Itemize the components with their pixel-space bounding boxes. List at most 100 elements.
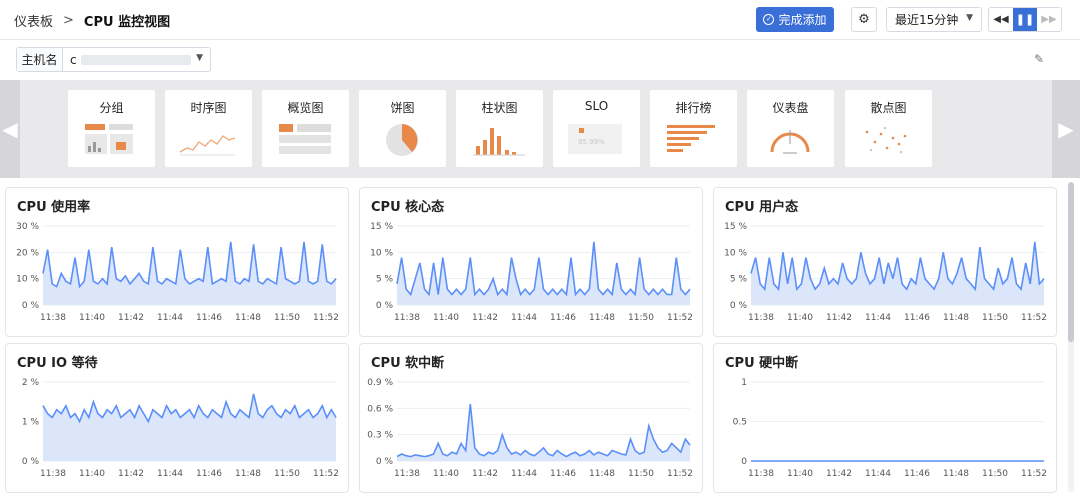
widget-gallery: ◀ ▶ 分组 时序图 概览图 饼图 柱状图 SLO 95.99% 排行榜 仪表盘… xyxy=(0,80,1080,178)
x-tick-label: 11:38 xyxy=(40,313,66,323)
redacted-host xyxy=(80,54,191,65)
widget-card-pie[interactable]: 饼图 xyxy=(359,90,446,167)
widget-card-label: 柱状图 xyxy=(481,101,518,115)
widget-card-group[interactable]: 分组 xyxy=(68,90,155,167)
chevron-down-icon: ▼ xyxy=(966,13,973,23)
rewind-icon[interactable]: ◀◀ xyxy=(989,8,1013,31)
widget-card-label: SLO xyxy=(584,99,609,113)
x-tick-label: 11:40 xyxy=(433,313,459,323)
x-tick-label: 11:40 xyxy=(79,313,105,323)
slo-preview-icon: 95.99% xyxy=(568,124,622,154)
widget-card-label: 时序图 xyxy=(190,101,227,115)
bar-preview-icon xyxy=(473,128,525,156)
widget-card-slo[interactable]: SLO 95.99% xyxy=(553,90,640,167)
done-add-button[interactable]: ✓ 完成添加 xyxy=(756,7,834,32)
gear-icon: ⚙ xyxy=(858,12,870,27)
host-filter: 主机名 c ▼ xyxy=(16,47,211,72)
timeseries-preview-icon xyxy=(179,135,236,156)
x-tick-label: 11:44 xyxy=(511,313,537,323)
widget-card-timeseries[interactable]: 时序图 xyxy=(165,90,252,167)
host-filter-label: 主机名 xyxy=(17,48,63,71)
settings-button[interactable]: ⚙ xyxy=(851,7,877,32)
widget-card-overview[interactable]: 概览图 xyxy=(262,90,349,167)
widget-card-label: 排行榜 xyxy=(675,101,712,115)
x-tick-label: 11:44 xyxy=(157,469,183,479)
x-tick-label: 11:52 xyxy=(1021,469,1047,479)
fast-forward-icon[interactable]: ▶▶ xyxy=(1037,8,1061,31)
y-tick-label: 30 % xyxy=(16,222,39,232)
x-tick-label: 11:52 xyxy=(313,469,339,479)
x-tick-label: 11:46 xyxy=(196,313,222,323)
pie-preview-icon xyxy=(386,124,418,156)
time-range-select[interactable]: 最近15分钟 ▼ xyxy=(886,7,982,32)
cpu-iowait-chart: 2 % 1 % 0 %11:38 11:40 11:42 11:44 11:46 11:48 1… xyxy=(22,378,339,479)
y-tick-label: 10 % xyxy=(370,248,393,258)
host-select[interactable]: c ▼ xyxy=(63,48,210,71)
x-tick-label: 11:50 xyxy=(982,313,1008,323)
widget-card-label: 分组 xyxy=(99,101,124,115)
x-tick-label: 11:48 xyxy=(235,469,261,479)
y-tick-label: 0.9 % xyxy=(367,378,393,388)
check-circle-icon: ✓ xyxy=(763,14,775,25)
x-tick-label: 11:50 xyxy=(628,313,654,323)
y-tick-label: 0.3 % xyxy=(367,431,393,441)
panel-cpu-system[interactable]: CPU 核心态 15 % 10 % 5 % 0 % 11:38 11:40 11:42 11:… xyxy=(359,187,703,337)
x-tick-label: 11:38 xyxy=(748,313,774,323)
panel-cpu-user[interactable]: CPU 用户态 15 % 10 % 5 % 0 % 11:38 11:40 11:42 11:… xyxy=(713,187,1057,337)
x-tick-label: 11:50 xyxy=(628,469,654,479)
x-tick-label: 11:42 xyxy=(118,469,144,479)
edit-icon[interactable]: ✎ xyxy=(1034,52,1044,66)
panel-cpu-usage[interactable]: CPU 使用率 30 % 20 % 10 % 0 % 11:38 11:40 11:42 11… xyxy=(5,187,349,337)
x-tick-label: 11:48 xyxy=(589,469,615,479)
y-tick-label: 0 % xyxy=(376,457,394,467)
gallery-next-icon[interactable]: ▶ xyxy=(1052,80,1080,178)
scrollbar-thumb[interactable] xyxy=(1068,182,1074,342)
x-tick-label: 11:44 xyxy=(157,313,183,323)
breadcrumb: 仪表板 > CPU 监控视图 xyxy=(14,11,170,30)
x-tick-label: 11:44 xyxy=(865,313,891,323)
y-tick-label: 0 % xyxy=(22,301,40,311)
panel-cpu-hardirq[interactable]: CPU 硬中断 1 0.5 0 11:38 11:40 11:42 11:44 11:46 11… xyxy=(713,343,1057,493)
x-tick-label: 11:44 xyxy=(865,469,891,479)
x-tick-label: 11:48 xyxy=(943,469,969,479)
top-bar: 仪表板 > CPU 监控视图 ✓ 完成添加 ⚙ 最近15分钟 ▼ ◀◀ ❚❚ ▶… xyxy=(0,0,1080,40)
x-tick-label: 11:52 xyxy=(667,313,693,323)
widget-card-bar[interactable]: 柱状图 xyxy=(456,90,543,167)
widget-card-label: 饼图 xyxy=(390,101,415,115)
y-tick-label: 5 % xyxy=(376,275,394,285)
x-tick-label: 11:48 xyxy=(589,313,615,323)
y-tick-label: 2 % xyxy=(22,378,40,388)
host-value: c xyxy=(70,52,77,67)
breadcrumb-separator: > xyxy=(63,13,74,28)
x-tick-label: 11:46 xyxy=(550,469,576,479)
slo-preview-text: 95.99% xyxy=(578,138,605,146)
y-tick-label: 0 % xyxy=(730,301,748,311)
panel-cpu-softirq[interactable]: CPU 软中断 0.9 % 0.6 % 0.3 % 0 % 11:38 11:40 11:4… xyxy=(359,343,703,493)
pause-icon[interactable]: ❚❚ xyxy=(1013,8,1037,31)
gauge-preview-icon xyxy=(770,130,810,154)
ranking-preview-icon xyxy=(667,125,715,152)
breadcrumb-home[interactable]: 仪表板 xyxy=(14,11,53,30)
panel-cpu-iowait[interactable]: CPU IO 等待 2 % 1 % 0 % 11:38 11:40 11:42 11:44 1… xyxy=(5,343,349,493)
y-tick-label: 0.5 xyxy=(733,418,747,428)
widget-card-gauge[interactable]: 仪表盘 xyxy=(747,90,834,167)
y-tick-label: 20 % xyxy=(16,248,39,258)
x-tick-label: 11:40 xyxy=(79,469,105,479)
y-tick-label: 0 xyxy=(741,457,747,467)
y-tick-label: 5 % xyxy=(730,275,748,285)
gallery-prev-icon[interactable]: ◀ xyxy=(0,80,20,178)
widget-card-scatter[interactable]: 散点图 xyxy=(845,90,932,167)
x-tick-label: 11:52 xyxy=(313,313,339,323)
cpu-system-chart: 15 % 10 % 5 % 0 %11:38 11:40 11:42 11:44 11:46 1… xyxy=(370,222,693,323)
widget-card-ranking[interactable]: 排行榜 xyxy=(650,90,737,167)
y-tick-label: 10 % xyxy=(724,248,747,258)
done-add-label: 完成添加 xyxy=(778,13,827,27)
x-tick-label: 11:38 xyxy=(394,313,420,323)
series-area xyxy=(397,403,690,461)
x-tick-label: 11:40 xyxy=(433,469,459,479)
x-tick-label: 11:42 xyxy=(472,469,498,479)
cpu-user-chart: 15 % 10 % 5 % 0 %11:38 11:40 11:42 11:44 11:46 1… xyxy=(724,222,1047,323)
x-tick-label: 11:48 xyxy=(943,313,969,323)
x-tick-label: 11:40 xyxy=(787,469,813,479)
x-tick-label: 11:46 xyxy=(550,313,576,323)
